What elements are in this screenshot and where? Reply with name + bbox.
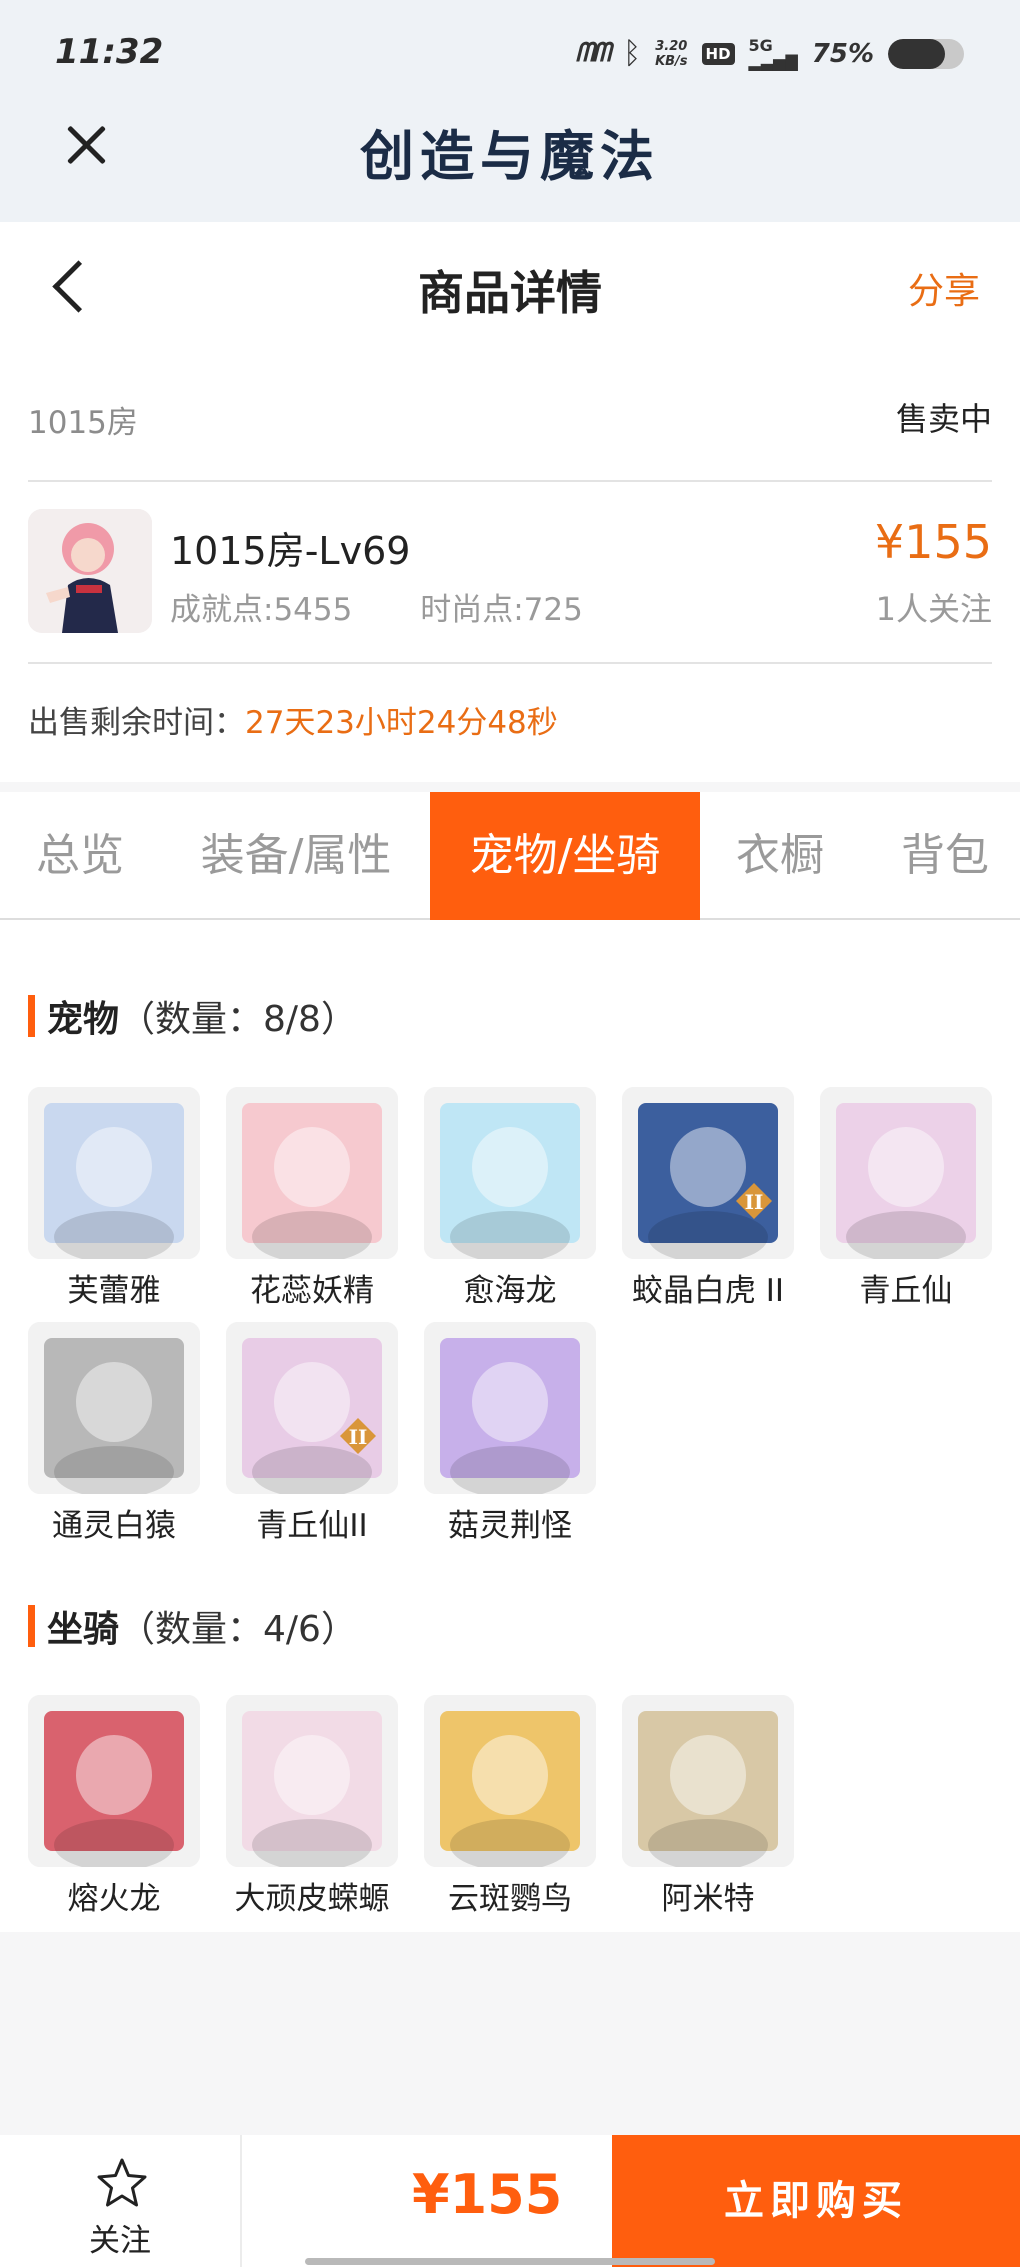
home-indicator[interactable] [305,2258,715,2265]
hd-icon: HD [701,42,735,65]
bottom-price: ¥155 [412,2163,563,2226]
item-name: 蛟晶白虎 II [631,1273,785,1309]
item-thumbnail [226,1087,398,1259]
grid-item[interactable]: 芙蕾雅 [28,1087,226,1310]
item-thumbnail [424,1322,596,1494]
follower-count: 1人关注 [875,590,992,628]
item-name: 青丘仙 [859,1273,953,1309]
network-label: 5G [748,35,773,55]
item-name: 菇灵荆怪 [448,1508,572,1544]
pets-count: （数量：8/8） [119,999,357,1040]
item-thumbnail [28,1087,200,1259]
buy-now-button[interactable]: 立即购买 [612,2135,1020,2267]
item-thumbnail [28,1322,200,1494]
page-title: 商品详情 [418,266,602,320]
item-thumbnail [226,1695,398,1867]
room-label: 1015房 [28,405,138,441]
status-time: 11:32 [55,32,164,72]
divider [28,480,992,482]
item-thumbnail [424,1087,596,1259]
grid-item[interactable]: 大顽皮蝾螈 [226,1695,424,1918]
tab-pets-mounts[interactable]: 宠物/坐骑 [430,792,700,920]
mounts-title: 坐骑 [47,1609,120,1650]
battery-fill [888,38,945,69]
tab-backpack[interactable]: 背包 [870,792,1020,920]
follow-button[interactable]: 关注 [0,2135,242,2267]
network-5g-icon: 5G ▂▃▅▇ [748,35,798,71]
status-icons: ᗰᗰ ᛒ 3.20 KB/s HD 5G ▂▃▅▇ 75% [576,36,964,71]
mounts-section-title: 坐骑 （数量：4/6） [28,1603,357,1650]
character-name: 1015房-Lv69 [170,529,411,573]
share-button[interactable]: 分享 [908,262,980,314]
item-name: 云斑鹦鸟 [448,1881,572,1917]
remaining-time: 出售剩余时间：27天23小时24分48秒 [28,697,558,742]
remaining-time-label: 出售剩余时间： [28,705,245,741]
item-info-card: 1015房 售卖中 1015房-Lv69 成就点:5455 时尚点:725 ¥1… [0,352,1020,782]
page-header: 商品详情 分享 [0,222,1020,352]
item-name: 大顽皮蝾螈 [234,1881,390,1917]
tab-overview[interactable]: 总览 [0,792,160,920]
detail-tabs: 总览 装备/属性 宠物/坐骑 衣橱 背包 [0,792,1020,920]
grid-item[interactable]: 愈海龙 [424,1087,622,1310]
item-name: 花蕊妖精 [250,1273,374,1309]
divider [28,662,992,664]
grid-item[interactable]: 阿米特 [622,1695,820,1918]
star-icon [97,2158,147,2207]
character-avatar [28,509,152,633]
grid-item[interactable]: 青丘仙 [820,1087,1018,1310]
item-name: 愈海龙 [463,1273,557,1309]
tab-wardrobe[interactable]: 衣橱 [700,792,860,920]
app-header-area: 11:32 ᗰᗰ ᛒ 3.20 KB/s HD 5G ▂▃▅▇ 75% 创造与魔法 [0,0,1020,222]
tab-equipment[interactable]: 装备/属性 [176,792,416,920]
svg-text:II: II [349,1425,368,1449]
item-name: 阿米特 [661,1881,755,1917]
status-bar: 11:32 ᗰᗰ ᛒ 3.20 KB/s HD 5G ▂▃▅▇ 75% [0,0,1020,110]
grid-item[interactable]: 通灵白猿 [28,1322,226,1545]
grid-item[interactable]: 云斑鹦鸟 [424,1695,622,1918]
item-name: 青丘仙II [256,1508,368,1544]
item-name: 熔火龙 [67,1881,161,1917]
grid-item[interactable]: 花蕊妖精 [226,1087,424,1310]
item-thumbnail: II [226,1322,398,1494]
grid-item[interactable]: II 蛟晶白虎 II [622,1087,820,1310]
speed-value: 3.20 [655,38,688,54]
item-thumbnail [820,1087,992,1259]
achievement-points: 成就点:5455 [170,592,353,628]
pets-title: 宠物 [47,999,120,1040]
bottom-action-bar: 关注 ¥155 立即购买 [0,2135,1020,2267]
item-price: ¥155 [874,515,992,569]
sale-status: 售卖中 [895,400,992,438]
network-speed: 3.20 KB/s [655,39,687,69]
item-thumbnail: II [622,1087,794,1259]
app-title: 创造与魔法 [360,124,660,188]
follow-label: 关注 [89,2223,151,2259]
signal-icon: ᗰᗰ [575,38,612,68]
item-name: 芙蕾雅 [67,1273,161,1309]
item-thumbnail [622,1695,794,1867]
item-thumbnail [424,1695,596,1867]
battery-icon [888,38,964,69]
grid-item[interactable]: 菇灵荆怪 [424,1322,622,1545]
item-name: 通灵白猿 [52,1508,176,1544]
section-marker [28,995,35,1037]
character-stats: 成就点:5455 时尚点:725 [170,584,583,629]
section-marker [28,1605,35,1647]
remaining-time-value: 27天23小时24分48秒 [245,705,558,741]
fashion-points: 时尚点:725 [420,592,583,628]
grid-item[interactable]: II 青丘仙II [226,1322,424,1545]
speed-unit: KB/s [655,53,688,69]
bluetooth-icon: ᛒ [623,36,642,71]
pets-section-title: 宠物 （数量：8/8） [28,993,357,1040]
battery-percent: 75% [811,38,874,69]
svg-text:II: II [745,1190,764,1214]
pets-mounts-panel: 宠物 （数量：8/8） 芙蕾雅 花蕊妖精 愈海龙 II 蛟晶白虎 II 青丘仙通灵白猿 II… [0,920,1020,1932]
grid-item[interactable]: 熔火龙 [28,1695,226,1918]
mounts-count: （数量：4/6） [119,1609,357,1650]
item-thumbnail [28,1695,200,1867]
